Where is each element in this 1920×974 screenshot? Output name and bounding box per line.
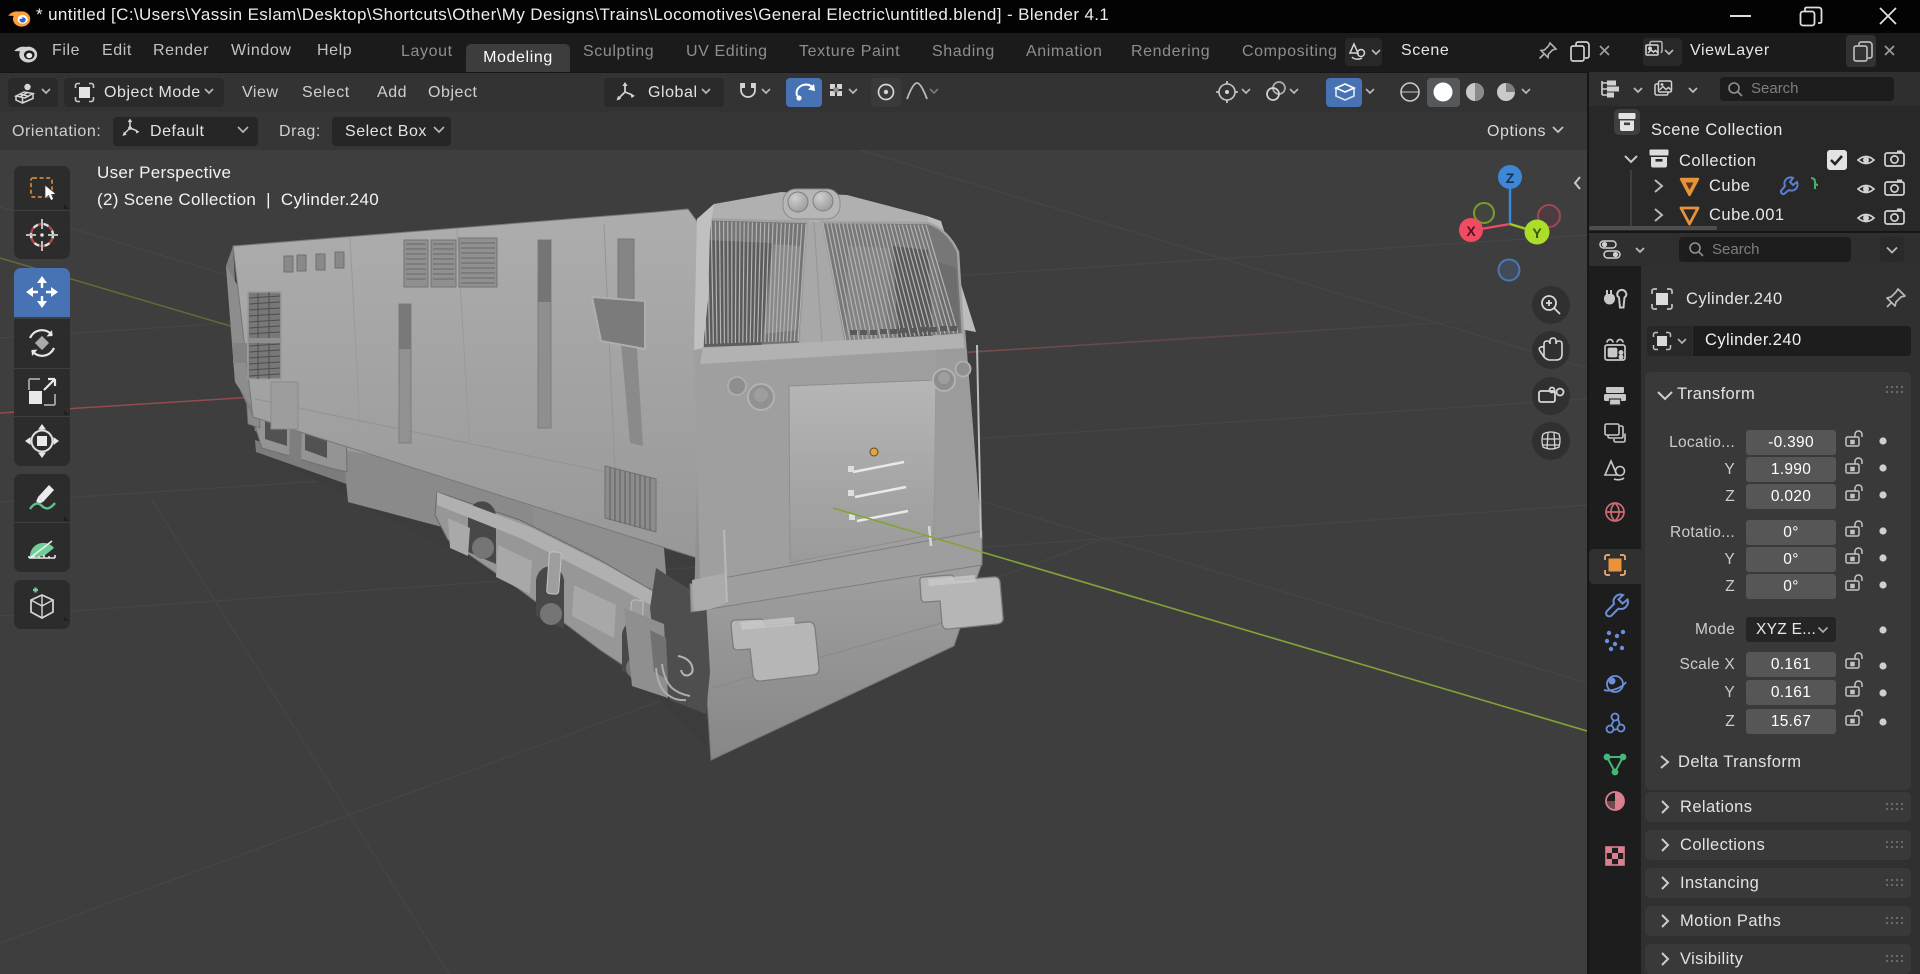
svg-text:Scene Collection: Scene Collection (1651, 121, 1783, 139)
svg-text:Y: Y (1532, 225, 1542, 241)
svg-text:Cube.001: Cube.001 (1709, 206, 1785, 224)
svg-text:Z: Z (1506, 170, 1515, 186)
svg-text:X: X (1466, 223, 1476, 239)
svg-text:Cube: Cube (1709, 177, 1750, 195)
svg-text:Collection: Collection (1679, 152, 1756, 170)
